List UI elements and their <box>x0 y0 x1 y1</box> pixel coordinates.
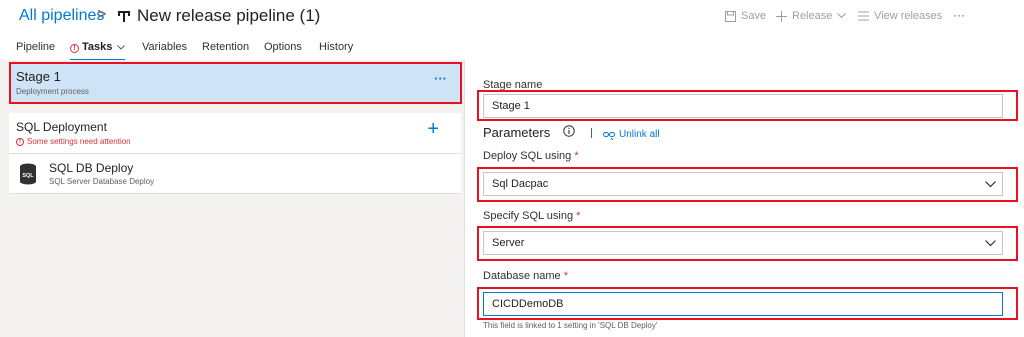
required-marker: * <box>563 270 569 282</box>
process-pane: Stage 1 Deployment process ··· SQL Deplo… <box>0 60 465 337</box>
job-warning-text: Some settings need attention <box>27 137 131 146</box>
chevron-down-icon <box>985 240 996 247</box>
tab-options[interactable]: Options <box>264 41 302 53</box>
breadcrumb-separator: > <box>97 6 107 23</box>
tab-pipeline[interactable]: Pipeline <box>16 41 55 53</box>
required-marker: * <box>574 150 579 162</box>
required-marker: * <box>576 210 581 222</box>
deploy-sql-using-label: Deploy SQL using * <box>483 150 579 162</box>
stage-name-label: Stage name <box>483 79 543 91</box>
stage-settings-pane: Stage name Stage 1 Parameters Unlink all… <box>466 60 1024 337</box>
page-title: New release pipeline (1) <box>137 6 321 25</box>
database-name-input[interactable]: CICDDemoDB <box>483 292 1003 316</box>
parameters-heading: Parameters <box>483 125 551 140</box>
save-button[interactable]: Save <box>725 10 766 22</box>
stage-name-value: Stage 1 <box>492 100 530 112</box>
add-task-button[interactable]: + <box>427 118 439 141</box>
warning-icon: ! <box>70 44 79 53</box>
view-releases-label: View releases <box>874 10 943 22</box>
info-icon[interactable] <box>563 125 575 137</box>
deploy-sql-using-value: Sql Dacpac <box>492 178 549 190</box>
stage-item[interactable]: Stage 1 Deployment process ··· <box>9 63 461 102</box>
database-name-label-text: Database name <box>483 270 561 282</box>
unlink-icon <box>603 131 615 140</box>
warning-icon: ! <box>16 137 24 146</box>
stage-title: Stage 1 <box>16 69 61 84</box>
chevron-down-icon <box>837 13 847 19</box>
parameters-divider <box>591 128 592 138</box>
specify-sql-using-select[interactable]: Server <box>483 231 1003 255</box>
task-subtitle: SQL Server Database Deploy <box>49 177 155 186</box>
view-releases-button[interactable]: View releases <box>858 10 942 22</box>
tab-history[interactable]: History <box>319 41 353 53</box>
database-name-helper-text: This field is linked to 1 setting in 'SQ… <box>483 321 658 330</box>
agent-job-item[interactable]: SQL Deployment ! Some settings need atte… <box>9 113 461 154</box>
deploy-sql-using-label-text: Deploy SQL using <box>483 150 572 162</box>
page-header: All pipelines > New release pipeline (1)… <box>0 0 1024 36</box>
stage-more-button[interactable]: ··· <box>434 71 447 86</box>
job-title: SQL Deployment <box>16 120 107 134</box>
tab-tasks[interactable]: ! Tasks <box>70 41 126 53</box>
plus-icon <box>776 10 787 22</box>
job-warning: ! Some settings need attention <box>16 137 131 146</box>
more-actions-button[interactable]: ··· <box>953 8 965 22</box>
specify-sql-using-value: Server <box>492 237 525 249</box>
chevron-down-icon <box>985 181 996 188</box>
tab-variables[interactable]: Variables <box>142 41 187 53</box>
deploy-sql-using-select[interactable]: Sql Dacpac <box>483 172 1003 196</box>
more-actions-label: ··· <box>953 8 965 22</box>
unlink-all-label: Unlink all <box>619 129 660 140</box>
save-label: Save <box>741 10 767 22</box>
chevron-down-icon <box>117 45 126 50</box>
tab-retention[interactable]: Retention <box>202 41 249 53</box>
tab-tasks-label: Tasks <box>82 41 113 53</box>
task-title: SQL DB Deploy <box>49 161 134 175</box>
unlink-all-button[interactable]: Unlink all <box>603 129 660 140</box>
database-icon-text: SQL <box>22 173 34 179</box>
specify-sql-using-label: Specify SQL using * <box>483 210 580 222</box>
task-item[interactable]: SQL SQL DB Deploy SQL Server Database De… <box>9 154 461 194</box>
save-icon <box>725 10 736 22</box>
breadcrumb-all-pipelines[interactable]: All pipelines <box>19 7 104 25</box>
stage-subtitle: Deployment process <box>16 87 89 96</box>
database-name-label: Database name * <box>483 270 568 282</box>
tab-bar: Pipeline ! Tasks Variables Retention Opti… <box>0 36 1024 61</box>
database-name-value: CICDDemoDB <box>492 298 564 310</box>
stage-name-input[interactable]: Stage 1 <box>483 94 1003 118</box>
specify-sql-using-label-text: Specify SQL using <box>483 210 574 222</box>
release-button[interactable]: Release <box>776 10 847 22</box>
release-label: Release <box>792 10 833 22</box>
pipeline-icon <box>118 11 130 22</box>
database-icon: SQL <box>20 163 36 185</box>
list-icon <box>858 11 869 21</box>
